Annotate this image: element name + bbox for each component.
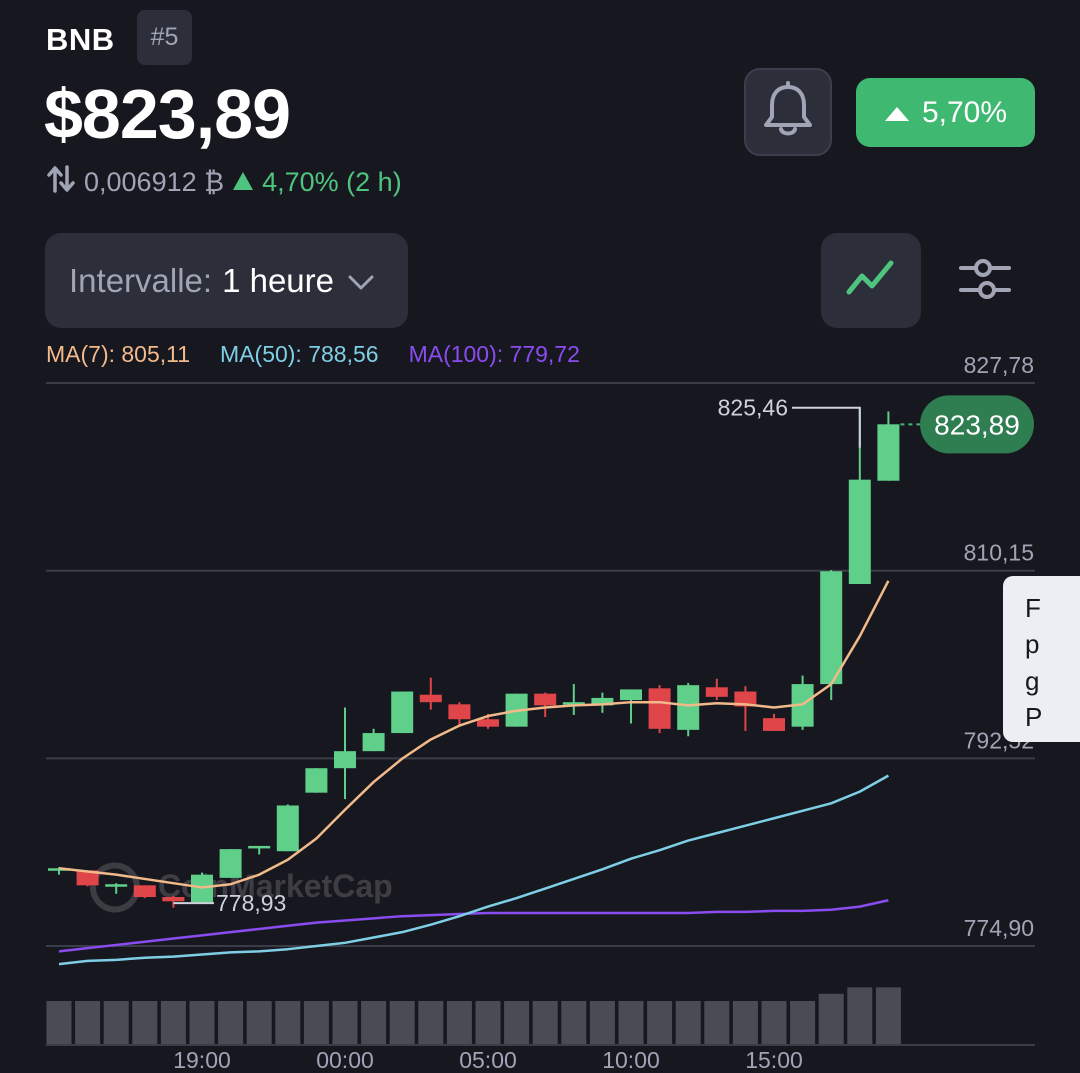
candle-body[interactable] [705, 687, 728, 697]
x-tick-label: 19:00 [173, 1047, 231, 1073]
sliders-icon [959, 254, 1011, 307]
volume-bar [761, 1001, 787, 1045]
x-tick-label: 15:00 [745, 1047, 803, 1073]
interval-value: 1 heure [222, 261, 335, 299]
candle-body[interactable] [105, 884, 128, 887]
candle-body[interactable] [362, 733, 385, 752]
candle-body[interactable] [276, 805, 299, 852]
candle-body[interactable] [648, 688, 671, 729]
candle-body[interactable] [677, 685, 700, 730]
volume-bar [504, 1001, 530, 1045]
coin-symbol: BNB [46, 22, 115, 57]
volume-bar [732, 1001, 758, 1045]
change-percent: 5,70% [921, 95, 1008, 129]
volume-bar [332, 1001, 358, 1045]
volume-bar [218, 1001, 244, 1045]
triangle-up-icon [884, 96, 910, 130]
tooltip-text-line: p [1025, 629, 1040, 660]
trend-line-icon [846, 258, 896, 303]
volume-bar [275, 1001, 301, 1045]
volume-bar [189, 1001, 215, 1045]
volume-bar [790, 1001, 816, 1045]
chevron-down-icon [348, 262, 374, 300]
interval-selector[interactable]: Intervalle: 1 heure [45, 233, 408, 328]
price-alert-button[interactable] [744, 68, 832, 156]
btc-change: 4,70% (2 h) [262, 167, 402, 197]
triangle-up-icon [232, 167, 254, 198]
low-annotation-label: 778,93 [216, 890, 286, 916]
interval-label: Intervalle: [69, 261, 213, 299]
candle-body[interactable] [620, 689, 642, 701]
rank-badge: #5 [137, 10, 192, 65]
chart-settings-button[interactable] [950, 250, 1020, 310]
volume-bar [675, 1001, 701, 1045]
candle-body[interactable] [477, 719, 499, 727]
candle-body[interactable] [305, 768, 328, 793]
change-badge: 5,70% [856, 78, 1035, 147]
candle-body[interactable] [334, 751, 356, 769]
candle-body[interactable] [419, 694, 442, 703]
price-chart[interactable]: 827,78810,15792,52774,90CoinMarketCap825… [0, 350, 1080, 1073]
tooltip-text-line: F [1025, 593, 1041, 623]
tooltip-peek[interactable]: F p g P [1003, 576, 1080, 742]
ma7-line [58, 580, 890, 889]
candle-body[interactable] [763, 718, 785, 731]
volume-bar [532, 1001, 558, 1045]
high-annotation-line [792, 406, 861, 448]
candle-body[interactable] [448, 704, 471, 720]
btc-value: 0,006912 ₿ [84, 167, 225, 197]
candle-body[interactable] [534, 693, 557, 706]
volume-bar [704, 1001, 730, 1045]
volume-bar [75, 1001, 101, 1045]
volume-bar [561, 1001, 587, 1045]
candle-body[interactable] [877, 424, 900, 481]
x-tick-label: 00:00 [316, 1047, 374, 1073]
current-price-label: 823,89 [934, 409, 1020, 440]
btc-conversion-row: 0,006912 ₿ 4,70% (2 h) [46, 164, 402, 201]
bell-icon [760, 80, 816, 144]
y-tick-label: 810,15 [964, 540, 1034, 566]
candle-body[interactable] [848, 479, 871, 585]
volume-bar [847, 987, 873, 1045]
volume-bar [589, 1001, 615, 1045]
candle-body[interactable] [133, 885, 156, 898]
candle-body[interactable] [248, 845, 271, 849]
tooltip-text-line: g [1025, 665, 1040, 696]
volume-bar [418, 1001, 444, 1045]
volume-bar [446, 1001, 472, 1045]
candle-body[interactable] [391, 691, 414, 734]
volume-bar [246, 1001, 272, 1045]
tooltip-text-line: P [1025, 702, 1043, 733]
price-display: $823,89 [44, 75, 291, 153]
chart-type-button[interactable] [821, 233, 921, 328]
volume-bar [475, 1001, 501, 1045]
x-tick-label: 05:00 [459, 1047, 517, 1073]
candle-body[interactable] [219, 849, 242, 878]
volume-bar [818, 993, 844, 1045]
high-annotation-label: 825,46 [718, 395, 788, 421]
volume-bar [389, 1001, 415, 1045]
x-tick-label: 10:00 [602, 1047, 660, 1073]
volume-bar [160, 1001, 186, 1045]
volume-bar [618, 1001, 644, 1045]
volume-bar [875, 987, 901, 1045]
volume-bar [303, 1001, 329, 1045]
volume-bar [46, 1001, 72, 1045]
y-tick-label: 774,90 [964, 915, 1034, 941]
volume-bar [647, 1001, 673, 1045]
volume-bar [103, 1001, 129, 1045]
candle-body[interactable] [820, 571, 843, 685]
volume-bar [361, 1001, 387, 1045]
swap-arrows-icon[interactable] [46, 164, 76, 201]
candle-body[interactable] [162, 897, 185, 902]
y-tick-label: 827,78 [964, 352, 1034, 378]
volume-bar [132, 1001, 158, 1045]
ma100-line [58, 898, 889, 953]
